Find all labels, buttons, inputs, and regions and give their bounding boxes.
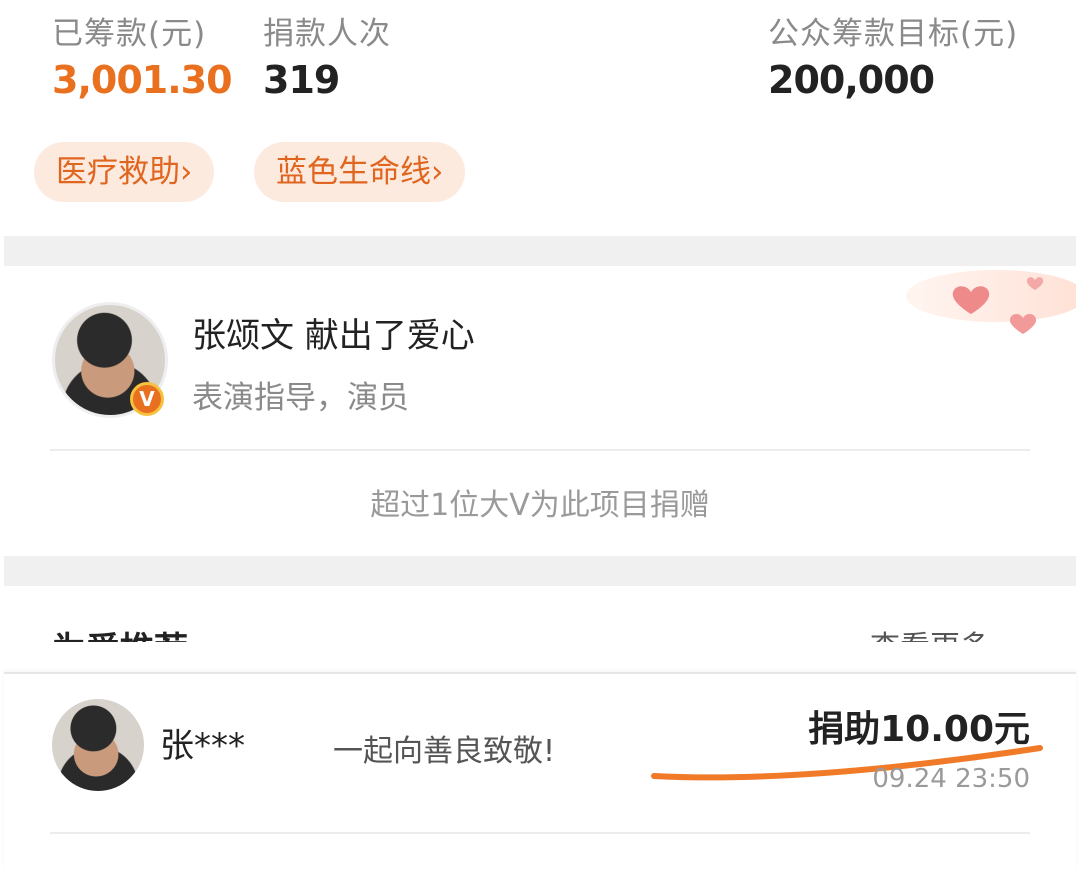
row-divider [50, 832, 1030, 834]
celebrity-name[interactable]: 张颂文 [192, 316, 294, 356]
section-divider [4, 556, 1076, 586]
hearts-decoration [906, 270, 1076, 334]
donation-message: 一起向善良致敬! [333, 734, 556, 769]
donor-name: 张*** [160, 726, 245, 766]
view-more-link[interactable]: 查看更多 [870, 622, 990, 642]
raised-label: 已筹款(元) [52, 16, 207, 52]
tag-medical-aid[interactable]: 医疗救助› [34, 142, 215, 202]
recommend-header: 为爱推荐 查看更多 [0, 586, 1080, 642]
goal-value: 200,000 [768, 58, 935, 102]
verified-badge-icon: V [130, 382, 164, 416]
donation-time: 09.24 23:50 [872, 764, 1030, 794]
tag-blue-lifeline[interactable]: 蓝色生命线› [254, 142, 466, 202]
more-celebrities-link[interactable]: 超过1位大V为此项目捐赠 [0, 480, 1080, 524]
donor-count-value: 319 [263, 58, 340, 102]
celebrity-action: 献出了爱心 [304, 316, 475, 356]
celebrity-headline: 张颂文 献出了爱心 [192, 308, 475, 357]
raised-value: 3,001.30 [52, 58, 233, 102]
card-divider [50, 449, 1030, 451]
donor-count-label: 捐款人次 [263, 16, 391, 52]
section-divider [4, 236, 1076, 266]
recommend-title: 为爱推荐 [52, 622, 188, 642]
donor-avatar [52, 699, 144, 791]
celebrity-subtitle: 表演指导，演员 [192, 380, 409, 416]
goal-label: 公众筹款目标(元) [768, 16, 1019, 52]
